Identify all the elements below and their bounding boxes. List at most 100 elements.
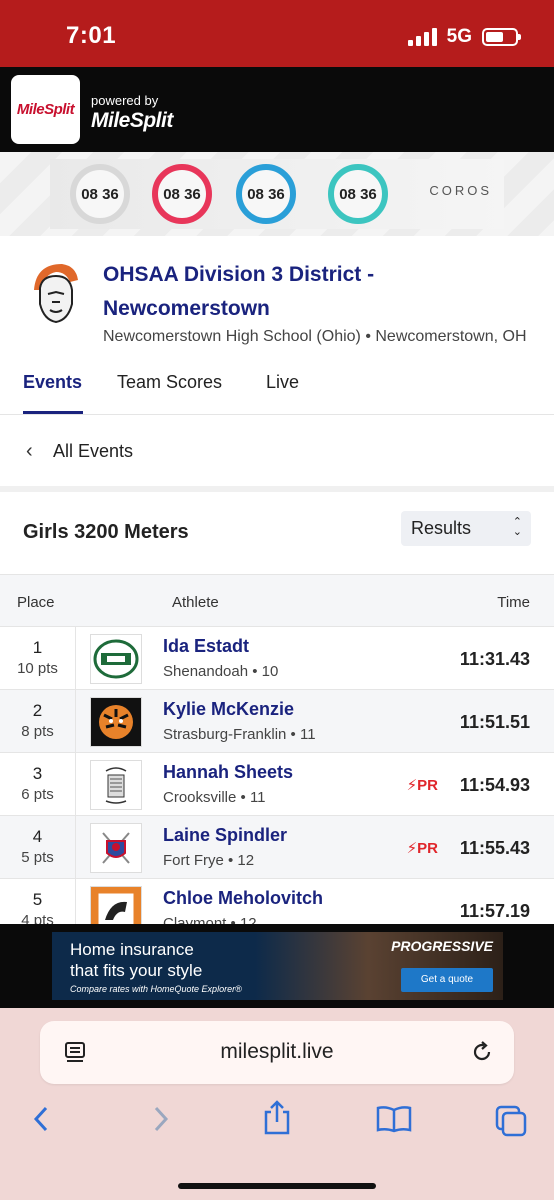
result-time: 11:55.43: [459, 838, 530, 858]
shenandoah-logo: [90, 634, 142, 684]
brand-bar: MileSplit powered by MileSplit: [0, 67, 554, 152]
all-events-link[interactable]: ‹ All Events: [0, 416, 554, 488]
status-indicators: 5G: [407, 26, 521, 48]
place-cell: 2 8 pts: [0, 690, 76, 753]
watch-icon: 08 36: [328, 164, 388, 224]
athlete-school: Shenandoah • 10: [163, 663, 279, 680]
header-time: Time: [497, 594, 530, 611]
powered-by-brand: MileSplit: [91, 109, 173, 132]
browser-toolbar: milesplit.live: [0, 1008, 554, 1200]
watch-icon: 08 36: [70, 164, 130, 224]
tiger-logo: [90, 697, 142, 747]
place-points: 10 pts: [17, 660, 58, 677]
result-time: 11:51.51: [459, 712, 530, 732]
coros-brandmark: COROS: [429, 183, 492, 198]
mustang-logo: [90, 886, 142, 924]
cadet-logo: [90, 823, 142, 873]
share-icon[interactable]: [262, 1100, 292, 1136]
athlete-name-link[interactable]: Kylie McKenzie: [163, 699, 294, 720]
results-select-value: Results: [411, 518, 472, 538]
table-row[interactable]: 1 10 pts Ida Estadt Shenandoah • 10 11:3…: [0, 627, 554, 690]
place-points: 6 pts: [21, 786, 54, 803]
signal-icon: [407, 28, 437, 46]
progressive-logo: PROGRESSIVE: [391, 938, 493, 954]
place-points: 8 pts: [21, 723, 54, 740]
tabs-icon[interactable]: [494, 1104, 528, 1138]
reload-icon[interactable]: [470, 1040, 494, 1064]
battery-icon: [482, 28, 521, 46]
table-row[interactable]: 3 6 pts Hannah Sheets Crooksville • 11 ⚡…: [0, 753, 554, 816]
athlete-school: Claymont • 12: [163, 915, 257, 924]
milesplit-logo[interactable]: MileSplit: [11, 75, 80, 144]
url-text: milesplit.live: [220, 1040, 334, 1063]
athlete-name-link[interactable]: Laine Spindler: [163, 825, 287, 846]
pr-label: PR: [417, 777, 438, 794]
powered-by-label: powered by: [91, 93, 159, 108]
pr-badge: ⚡PR: [407, 839, 438, 857]
ad-banner-top: 08 36 08 36 08 36 08 36 COROS: [0, 152, 554, 236]
ad-banner-bottom: Home insurance that fits your style Comp…: [0, 924, 554, 1008]
result-time: 11:31.43: [459, 649, 530, 669]
place-number: 3: [32, 764, 43, 783]
table-row[interactable]: 4 5 pts Laine Spindler Fort Frye • 12 ⚡P…: [0, 816, 554, 879]
result-time: 11:57.19: [459, 901, 530, 921]
meet-logo: [34, 264, 78, 324]
place-number: 1: [32, 638, 43, 657]
place-cell: 1 10 pts: [0, 627, 76, 690]
athlete-name-link[interactable]: Hannah Sheets: [163, 762, 293, 783]
ad-headline-1: Home insurance: [70, 940, 194, 959]
network-type: 5G: [446, 26, 472, 47]
bookmarks-icon[interactable]: [375, 1104, 413, 1134]
place-cell: 4 5 pts: [0, 816, 76, 879]
header-place: Place: [17, 594, 55, 611]
athlete-name-link[interactable]: Ida Estadt: [163, 636, 249, 657]
meet-title: OHSAA Division 3 District - Newcomerstow…: [103, 263, 375, 320]
ad-headline-2: that fits your style: [70, 961, 203, 980]
chevron-left-icon: ‹: [26, 440, 33, 462]
event-title: Girls 3200 Meters: [23, 521, 189, 543]
tab-bar: Events Team Scores Live: [0, 360, 554, 415]
forward-icon[interactable]: [148, 1104, 174, 1134]
athlete-school: Crooksville • 11: [163, 789, 266, 806]
place-number: 5: [32, 890, 43, 909]
result-time: 11:54.93: [459, 775, 530, 795]
chevron-up-down-icon: ⌃ ⌄: [512, 516, 522, 538]
lightning-icon: ⚡: [406, 777, 418, 794]
athlete-name-link[interactable]: Chloe Meholovitch: [163, 888, 323, 909]
header-athlete: Athlete: [172, 594, 219, 611]
all-events-label: All Events: [53, 441, 134, 461]
place-cell: 5 4 pts: [0, 879, 76, 924]
place-number: 2: [32, 701, 43, 720]
watch-icon: 08 36: [152, 164, 212, 224]
place-number: 4: [32, 827, 43, 846]
tab-events[interactable]: Events: [23, 372, 82, 393]
get-quote-button[interactable]: Get a quote: [401, 968, 493, 992]
place-points: 5 pts: [21, 849, 54, 866]
table-header: Place Athlete Time: [0, 574, 554, 627]
tab-live[interactable]: Live: [266, 372, 299, 393]
tab-team-scores[interactable]: Team Scores: [117, 372, 222, 393]
watch-icon: 08 36: [236, 164, 296, 224]
address-bar[interactable]: milesplit.live: [40, 1021, 514, 1084]
place-cell: 3 6 pts: [0, 753, 76, 816]
place-points: 4 pts: [21, 912, 54, 924]
progressive-ad[interactable]: Home insurance that fits your style Comp…: [52, 932, 503, 1000]
pr-label: PR: [417, 840, 438, 857]
active-tab-indicator: [23, 411, 83, 414]
logo-text: MileSplit: [16, 101, 75, 118]
meet-subtitle: Newcomerstown High School (Ohio) • Newco…: [103, 328, 527, 345]
table-row[interactable]: 2 8 pts Kylie McKenzie Strasburg-Frankli…: [0, 690, 554, 753]
results-table: Place Athlete Time 1 10 pts Ida Estadt S…: [0, 574, 554, 924]
results-select[interactable]: Results ⌃ ⌄: [401, 511, 531, 546]
coros-ad[interactable]: 08 36 08 36 08 36 08 36 COROS: [50, 159, 504, 229]
ad-tagline: Compare rates with HomeQuote Explorer®: [70, 984, 242, 994]
status-time: 7:01: [66, 22, 117, 49]
table-row[interactable]: 5 4 pts Chloe Meholovitch Claymont • 12 …: [0, 879, 554, 924]
divider: [0, 486, 554, 492]
crooksville-logo: [90, 760, 142, 810]
battery-level: [486, 32, 504, 42]
back-icon[interactable]: [28, 1104, 54, 1134]
lightning-icon: ⚡: [406, 840, 418, 857]
pr-badge: ⚡PR: [407, 776, 438, 794]
status-bar: 7:01 5G: [0, 0, 554, 67]
